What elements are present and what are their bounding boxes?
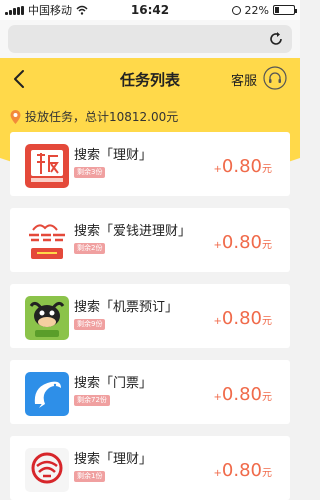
task-title: 搜索「理财」 <box>74 148 153 163</box>
task-card[interactable]: 搜索「机票预订」 剩余9份 + 0.80 元 <box>10 284 290 348</box>
remaining-badge: 剩余1份 <box>74 471 106 482</box>
remaining-badge: 剩余2份 <box>74 243 106 254</box>
carrier-label: 中国移动 <box>28 4 72 17</box>
task-reward: + 0.80 元 <box>214 384 272 405</box>
browser-toolbar <box>0 20 300 58</box>
task-summary: 投放任务，总计10812.00元 <box>10 108 178 125</box>
task-reward: + 0.80 元 <box>214 232 272 253</box>
reward-amount: 0.80 <box>221 460 262 481</box>
red-logo-app-icon <box>25 448 69 492</box>
wifi-icon <box>76 5 88 15</box>
rotation-lock-icon <box>231 5 241 15</box>
reward-plus: + <box>213 468 222 479</box>
back-arrow-icon[interactable] <box>10 68 30 90</box>
customer-service-button[interactable]: 客服 <box>231 70 257 89</box>
cow-app-icon <box>25 296 69 340</box>
reward-plus: + <box>213 316 222 327</box>
reward-unit: 元 <box>262 240 272 251</box>
task-card[interactable]: 搜索「理财」 剩余1份 + 0.80 元 <box>10 436 290 500</box>
remaining-badge: 剩余72份 <box>74 395 110 406</box>
task-card[interactable]: 搜索「爱钱进理财」 剩余2份 + 0.80 元 <box>10 208 290 272</box>
task-title: 搜索「机票预订」 <box>74 300 179 315</box>
address-bar[interactable] <box>8 25 292 53</box>
task-title: 搜索「理财」 <box>74 452 153 467</box>
task-reward: + 0.80 元 <box>214 156 272 177</box>
reward-amount: 0.80 <box>221 232 262 253</box>
reward-amount: 0.80 <box>221 308 262 329</box>
task-title: 搜索「门票」 <box>74 376 153 391</box>
reward-plus: + <box>213 392 222 403</box>
task-reward: + 0.80 元 <box>214 308 272 329</box>
reward-plus: + <box>213 164 222 175</box>
reward-unit: 元 <box>262 164 272 175</box>
battery-icon <box>273 5 297 15</box>
location-pin-icon <box>10 109 21 124</box>
reward-unit: 元 <box>262 392 272 403</box>
task-card[interactable]: 搜索「理财」 剩余3份 + 0.80 元 <box>10 132 290 196</box>
reward-amount: 0.80 <box>221 156 262 177</box>
reward-unit: 元 <box>262 468 272 479</box>
app-header: 任务列表 客服 <box>0 58 300 100</box>
summary-text: 投放任务，总计10812.00元 <box>25 110 179 124</box>
reward-amount: 0.80 <box>221 384 262 405</box>
status-bar: 中国移动 16:42 22% <box>0 0 300 20</box>
dolphin-app-icon <box>25 372 69 416</box>
signal-icon <box>5 5 24 15</box>
task-reward: + 0.80 元 <box>214 460 272 481</box>
battery-percent: 22% <box>244 3 269 17</box>
status-time: 16:42 <box>130 3 170 17</box>
reward-unit: 元 <box>262 316 272 327</box>
remaining-badge: 剩余3份 <box>74 167 106 178</box>
remaining-badge: 剩余9份 <box>74 319 106 330</box>
reload-icon[interactable] <box>268 31 284 47</box>
task-title: 搜索「爱钱进理财」 <box>74 224 192 239</box>
headset-icon[interactable] <box>263 66 287 90</box>
ban-app-icon <box>25 144 69 188</box>
reward-plus: + <box>213 240 222 251</box>
task-card[interactable]: 搜索「门票」 剩余72份 + 0.80 元 <box>10 360 290 424</box>
lingyongdai-app-icon <box>25 220 69 264</box>
